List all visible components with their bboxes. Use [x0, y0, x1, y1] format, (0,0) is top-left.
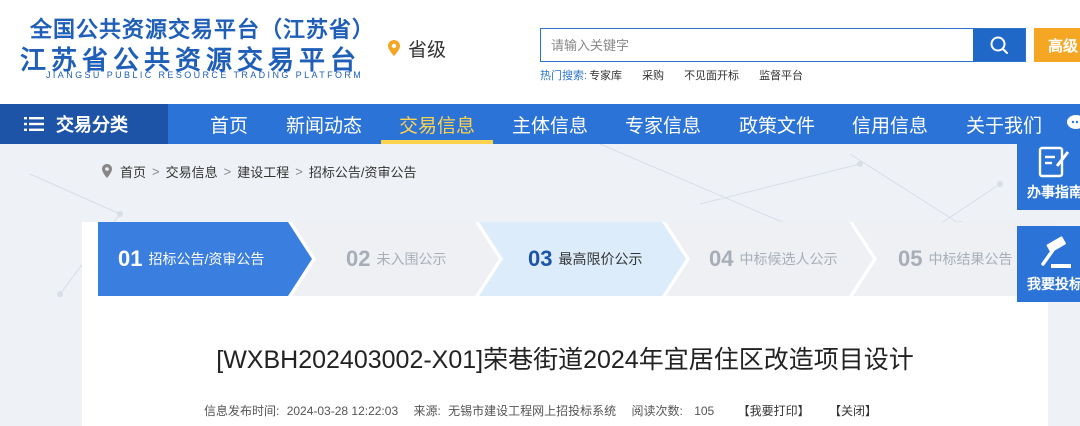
hot-search-item[interactable]: 专家库	[589, 67, 622, 83]
site-header: 全国公共资源交易平台（江苏省） 江苏省公共资源交易平台 JIANGSU PUBL…	[0, 0, 1080, 104]
search-button[interactable]	[973, 29, 1025, 61]
step-label: 未入围公示	[376, 251, 447, 267]
source-label: 来源:	[413, 404, 441, 418]
nav-item-news[interactable]: 新闻动态	[268, 104, 380, 144]
nav-item-credit[interactable]: 信用信息	[834, 104, 946, 144]
step-5[interactable]: 05 中标结果公告	[898, 222, 1012, 296]
step-label: 中标结果公告	[928, 251, 1013, 267]
breadcrumb-item[interactable]: 交易信息	[166, 162, 218, 181]
source: 无锡市建设工程网上招投标系统	[448, 404, 617, 418]
submit-bid-label: 我要投标	[1027, 276, 1080, 292]
breadcrumb-separator: >	[295, 163, 303, 179]
nav-item-trading-info[interactable]: 交易信息	[381, 104, 493, 144]
publish-time-label: 信息发布时间:	[204, 404, 280, 418]
article-title: [WXBH202403002-X01]荣巷街道2024年宜居住区改造项目设计	[216, 346, 914, 374]
views-count: 105	[694, 404, 715, 418]
gavel-icon	[1041, 236, 1071, 268]
views-label: 阅读次数:	[631, 404, 683, 418]
advanced-search-button[interactable]: 高级	[1034, 28, 1080, 62]
breadcrumb-separator: >	[223, 163, 232, 179]
print-link[interactable]: 【我要打印】	[738, 404, 810, 418]
nav-item-entity-info[interactable]: 主体信息	[494, 104, 606, 144]
step-1[interactable]: 01 招标公告/资审公告	[118, 222, 264, 296]
nav-item-policy[interactable]: 政策文件	[721, 104, 833, 144]
breadcrumb-item[interactable]: 首页	[120, 162, 146, 181]
article-meta: 信息发布时间: 2024-03-28 12:22:03 来源: 无锡市建设工程网…	[204, 402, 893, 419]
step-number: 01	[118, 246, 143, 271]
step-label: 最高限价公示	[558, 251, 643, 267]
logo-subtitle-english: JIANGSU PUBLIC RESOURCE TRADING PLATFORM	[46, 70, 364, 80]
chat-icon[interactable]	[1066, 112, 1080, 132]
document-edit-icon	[1038, 146, 1070, 178]
hot-search-item[interactable]: 监督平台	[759, 67, 803, 83]
step-label: 招标公告/资审公告	[148, 251, 265, 267]
close-link[interactable]: 【关闭】	[829, 404, 877, 418]
category-menu-label: 交易分类	[56, 115, 128, 135]
hot-search-item[interactable]: 采购	[642, 67, 664, 83]
service-guide-button[interactable]: 办事指南	[1017, 134, 1080, 210]
submit-bid-button[interactable]: 我要投标	[1017, 226, 1080, 302]
location-pin-icon	[102, 164, 112, 178]
breadcrumb: 首页 > 交易信息 > 建设工程 > 招标公告/资审公告	[102, 162, 416, 180]
region-label: 省级	[408, 39, 447, 61]
hot-search-label: 热门搜索:	[540, 70, 588, 82]
category-menu-button[interactable]: 交易分类	[0, 104, 168, 144]
search-icon	[990, 36, 1008, 54]
step-number: 04	[709, 246, 734, 271]
hot-search-item[interactable]: 不见面开标	[684, 67, 739, 83]
service-guide-label: 办事指南	[1027, 184, 1080, 200]
step-label: 中标候选人公示	[739, 251, 838, 267]
nav-item-home[interactable]: 首页	[190, 104, 268, 144]
step-3[interactable]: 03 最高限价公示	[528, 222, 642, 296]
step-4[interactable]: 04 中标候选人公示	[709, 222, 837, 296]
publish-time: 2024-03-28 12:22:03	[286, 404, 399, 418]
breadcrumb-item[interactable]: 建设工程	[237, 162, 289, 181]
main-nav: 交易分类 首页 新闻动态 交易信息 主体信息 专家信息 政策文件 信用信息 关于…	[0, 104, 1080, 144]
breadcrumb-item[interactable]: 招标公告/资审公告	[309, 162, 417, 181]
breadcrumb-separator: >	[152, 163, 160, 179]
nav-item-expert-info[interactable]: 专家信息	[607, 104, 719, 144]
step-number: 03	[528, 246, 553, 271]
step-2[interactable]: 02 未入围公示	[346, 222, 446, 296]
menu-icon	[24, 117, 44, 131]
step-number: 02	[346, 246, 371, 271]
step-number: 05	[898, 246, 923, 271]
search-box	[540, 28, 1026, 62]
search-input[interactable]	[541, 29, 973, 61]
region-selector[interactable]: 省级	[388, 36, 447, 61]
location-pin-icon	[388, 40, 400, 56]
hot-search: 热门搜索: 专家库 采购 不见面开标 监督平台	[540, 67, 823, 83]
site-logo[interactable]: 全国公共资源交易平台（江苏省） 江苏省公共资源交易平台 JIANGSU PUBL…	[20, 12, 374, 82]
